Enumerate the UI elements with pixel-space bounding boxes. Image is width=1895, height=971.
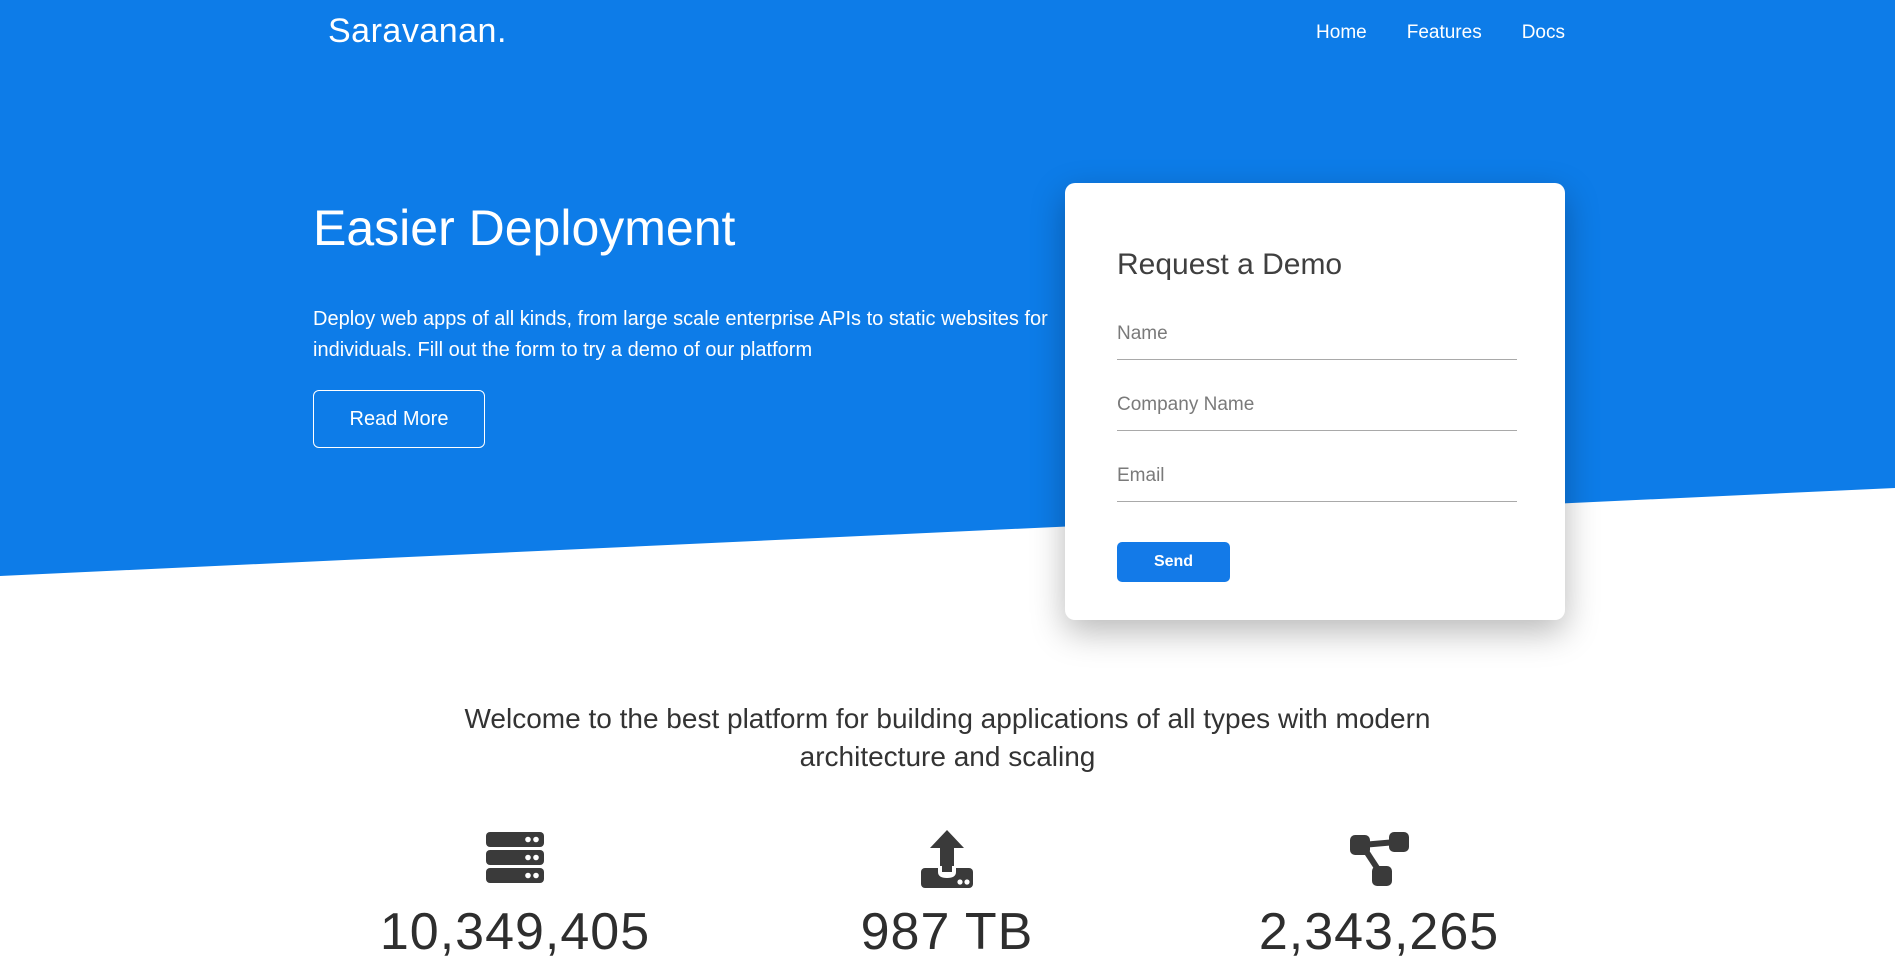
read-more-button[interactable]: Read More	[313, 390, 485, 448]
upload-icon	[731, 830, 1163, 892]
nav-item-features[interactable]: Features	[1407, 22, 1482, 44]
hero-content: Easier Deployment Deploy web apps of all…	[313, 198, 1073, 448]
email-input[interactable]	[1117, 459, 1517, 502]
stat-value: 10,349,405	[299, 902, 731, 962]
stat-servers: 10,349,405	[299, 830, 731, 962]
hero-title: Easier Deployment	[313, 198, 1073, 258]
stat-value: 987 TB	[731, 902, 1163, 962]
main-nav: Home Features Docs	[1316, 22, 1565, 44]
network-icon	[1163, 830, 1595, 892]
company-name-input[interactable]	[1117, 388, 1517, 431]
stats-row: 10,349,405 987 TB	[299, 830, 1595, 962]
stat-network: 2,343,265	[1163, 830, 1595, 962]
nav-item-docs[interactable]: Docs	[1522, 22, 1565, 44]
request-demo-card: Request a Demo Send	[1065, 183, 1565, 620]
server-icon	[299, 830, 731, 892]
demo-card-title: Request a Demo	[1117, 247, 1517, 283]
intro-text: Welcome to the best platform for buildin…	[0, 700, 1895, 776]
send-button[interactable]: Send	[1117, 542, 1230, 582]
name-input[interactable]	[1117, 317, 1517, 360]
landing-page: Saravanan. Home Features Docs Easier Dep…	[0, 0, 1895, 971]
hero-section: Saravanan. Home Features Docs Easier Dep…	[0, 0, 1895, 576]
stat-storage: 987 TB	[731, 830, 1163, 962]
stat-value: 2,343,265	[1163, 902, 1595, 962]
top-navbar: Saravanan. Home Features Docs	[0, 0, 1895, 64]
brand-logo: Saravanan.	[328, 12, 507, 51]
hero-description: Deploy web apps of all kinds, from large…	[313, 304, 1053, 366]
nav-item-home[interactable]: Home	[1316, 22, 1367, 44]
